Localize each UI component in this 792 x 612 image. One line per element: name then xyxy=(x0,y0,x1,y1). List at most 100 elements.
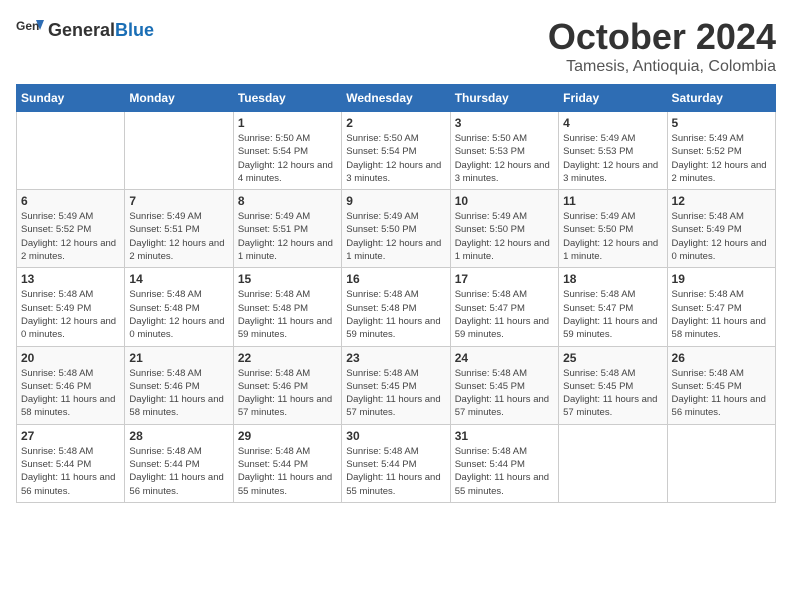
calendar-cell: 21Sunrise: 5:48 AM Sunset: 5:46 PM Dayli… xyxy=(125,346,233,424)
day-number: 3 xyxy=(455,116,554,130)
calendar-cell: 14 Sunrise: 5:48 AM Sunset: 5:48 PM Dayli… xyxy=(125,268,233,346)
calendar-cell xyxy=(17,112,125,190)
day-number: 12 xyxy=(672,194,771,208)
day-info: Sunrise: 5:48 AM Sunset: 5:44 PM Dayligh… xyxy=(346,445,445,498)
calendar-cell: 8 Sunrise: 5:49 AM Sunset: 5:51 PM Daylig… xyxy=(233,190,341,268)
calendar-cell: 31 Sunrise: 5:48 AM Sunset: 5:44 PM Dayli… xyxy=(450,424,558,502)
day-number: 18 xyxy=(563,272,662,286)
day-number: 15 xyxy=(238,272,337,286)
day-number: 25 xyxy=(563,351,662,365)
day-number: 9 xyxy=(346,194,445,208)
day-info: Sunrise: 5:48 AM Sunset: 5:46 PM Dayligh… xyxy=(21,367,120,420)
day-info: Sunrise: 5:49 AM Sunset: 5:50 PM Dayligh… xyxy=(346,210,445,263)
calendar-cell: 5 Sunrise: 5:49 AM Sunset: 5:52 PM Daylig… xyxy=(667,112,775,190)
header-monday: Monday xyxy=(125,85,233,112)
calendar-cell: 19Sunrise: 5:48 AM Sunset: 5:47 PM Dayli… xyxy=(667,268,775,346)
day-number: 27 xyxy=(21,429,120,443)
calendar-cell: 1 Sunrise: 5:50 AM Sunset: 5:54 PM Daylig… xyxy=(233,112,341,190)
day-number: 5 xyxy=(672,116,771,130)
day-number: 6 xyxy=(21,194,120,208)
week-row-3: 20 Sunrise: 5:48 AM Sunset: 5:46 PM Dayli… xyxy=(17,346,776,424)
day-info: Sunrise: 5:48 AM Sunset: 5:44 PM Dayligh… xyxy=(238,445,337,498)
day-number: 4 xyxy=(563,116,662,130)
header-tuesday: Tuesday xyxy=(233,85,341,112)
calendar-cell: 20 Sunrise: 5:48 AM Sunset: 5:46 PM Dayli… xyxy=(17,346,125,424)
calendar-cell: 10 Sunrise: 5:49 AM Sunset: 5:50 PM Dayli… xyxy=(450,190,558,268)
day-info: Sunrise: 5:50 AM Sunset: 5:53 PM Dayligh… xyxy=(455,132,554,185)
week-row-0: 1 Sunrise: 5:50 AM Sunset: 5:54 PM Daylig… xyxy=(17,112,776,190)
calendar-cell: 3 Sunrise: 5:50 AM Sunset: 5:53 PM Daylig… xyxy=(450,112,558,190)
day-info: Sunrise: 5:49 AM Sunset: 5:50 PM Dayligh… xyxy=(563,210,662,263)
day-info: Sunrise: 5:49 AM Sunset: 5:50 PM Dayligh… xyxy=(455,210,554,263)
day-number: 29 xyxy=(238,429,337,443)
day-info: Sunrise: 5:49 AM Sunset: 5:52 PM Dayligh… xyxy=(672,132,771,185)
calendar-cell: 2 Sunrise: 5:50 AM Sunset: 5:54 PM Daylig… xyxy=(342,112,450,190)
day-number: 19 xyxy=(672,272,771,286)
week-row-4: 27 Sunrise: 5:48 AM Sunset: 5:44 PM Dayli… xyxy=(17,424,776,502)
header-wednesday: Wednesday xyxy=(342,85,450,112)
calendar-cell: 18 Sunrise: 5:48 AM Sunset: 5:47 PM Dayli… xyxy=(559,268,667,346)
calendar-cell: 25 Sunrise: 5:48 AM Sunset: 5:45 PM Dayli… xyxy=(559,346,667,424)
calendar-cell: 30 Sunrise: 5:48 AM Sunset: 5:44 PM Dayli… xyxy=(342,424,450,502)
day-info: Sunrise: 5:49 AM Sunset: 5:52 PM Dayligh… xyxy=(21,210,120,263)
header-sunday: Sunday xyxy=(17,85,125,112)
day-number: 2 xyxy=(346,116,445,130)
day-info: Sunrise: 5:48 AM Sunset: 5:44 PM Dayligh… xyxy=(455,445,554,498)
calendar-cell: 4 Sunrise: 5:49 AM Sunset: 5:53 PM Daylig… xyxy=(559,112,667,190)
calendar-cell: 22Sunrise: 5:48 AM Sunset: 5:46 PM Dayli… xyxy=(233,346,341,424)
day-number: 21 xyxy=(129,351,228,365)
day-info: Sunrise: 5:49 AM Sunset: 5:51 PM Dayligh… xyxy=(129,210,228,263)
calendar: SundayMondayTuesdayWednesdayThursdayFrid… xyxy=(16,84,776,503)
day-number: 11 xyxy=(563,194,662,208)
location-title: Tamesis, Antioquia, Colombia xyxy=(548,58,776,76)
day-number: 1 xyxy=(238,116,337,130)
day-number: 20 xyxy=(21,351,120,365)
day-number: 30 xyxy=(346,429,445,443)
day-number: 10 xyxy=(455,194,554,208)
day-info: Sunrise: 5:48 AM Sunset: 5:45 PM Dayligh… xyxy=(563,367,662,420)
day-info: Sunrise: 5:49 AM Sunset: 5:53 PM Dayligh… xyxy=(563,132,662,185)
header-saturday: Saturday xyxy=(667,85,775,112)
day-info: Sunrise: 5:48 AM Sunset: 5:45 PM Dayligh… xyxy=(672,367,771,420)
calendar-cell: 23Sunrise: 5:48 AM Sunset: 5:45 PM Dayli… xyxy=(342,346,450,424)
logo-icon: Gen xyxy=(16,16,44,44)
header-friday: Friday xyxy=(559,85,667,112)
header: Gen GeneralBlue October 2024 Tamesis, An… xyxy=(16,16,776,76)
calendar-cell: 13Sunrise: 5:48 AM Sunset: 5:49 PM Dayli… xyxy=(17,268,125,346)
day-number: 8 xyxy=(238,194,337,208)
day-number: 7 xyxy=(129,194,228,208)
calendar-cell: 7 Sunrise: 5:49 AM Sunset: 5:51 PM Daylig… xyxy=(125,190,233,268)
day-number: 14 xyxy=(129,272,228,286)
day-info: Sunrise: 5:49 AM Sunset: 5:51 PM Dayligh… xyxy=(238,210,337,263)
logo-general: General xyxy=(48,20,115,40)
calendar-cell: 9 Sunrise: 5:49 AM Sunset: 5:50 PM Daylig… xyxy=(342,190,450,268)
calendar-cell xyxy=(125,112,233,190)
logo-blue: Blue xyxy=(115,20,154,40)
day-info: Sunrise: 5:48 AM Sunset: 5:45 PM Dayligh… xyxy=(455,367,554,420)
day-info: Sunrise: 5:48 AM Sunset: 5:47 PM Dayligh… xyxy=(563,288,662,341)
day-info: Sunrise: 5:50 AM Sunset: 5:54 PM Dayligh… xyxy=(238,132,337,185)
calendar-cell xyxy=(667,424,775,502)
calendar-cell: 27Sunrise: 5:48 AM Sunset: 5:44 PM Dayli… xyxy=(17,424,125,502)
calendar-cell xyxy=(559,424,667,502)
day-info: Sunrise: 5:48 AM Sunset: 5:46 PM Dayligh… xyxy=(238,367,337,420)
day-number: 13 xyxy=(21,272,120,286)
day-number: 31 xyxy=(455,429,554,443)
day-number: 17 xyxy=(455,272,554,286)
day-info: Sunrise: 5:50 AM Sunset: 5:54 PM Dayligh… xyxy=(346,132,445,185)
calendar-cell: 6 Sunrise: 5:49 AM Sunset: 5:52 PM Daylig… xyxy=(17,190,125,268)
calendar-cell: 26 Sunrise: 5:48 AM Sunset: 5:45 PM Dayli… xyxy=(667,346,775,424)
calendar-cell: 15Sunrise: 5:48 AM Sunset: 5:48 PM Dayli… xyxy=(233,268,341,346)
week-row-2: 13Sunrise: 5:48 AM Sunset: 5:49 PM Dayli… xyxy=(17,268,776,346)
calendar-cell: 28Sunrise: 5:48 AM Sunset: 5:44 PM Dayli… xyxy=(125,424,233,502)
day-info: Sunrise: 5:48 AM Sunset: 5:48 PM Dayligh… xyxy=(346,288,445,341)
day-info: Sunrise: 5:48 AM Sunset: 5:48 PM Dayligh… xyxy=(129,288,228,341)
day-info: Sunrise: 5:48 AM Sunset: 5:49 PM Dayligh… xyxy=(672,210,771,263)
svg-text:Gen: Gen xyxy=(16,19,39,33)
calendar-cell: 16Sunrise: 5:48 AM Sunset: 5:48 PM Dayli… xyxy=(342,268,450,346)
day-info: Sunrise: 5:48 AM Sunset: 5:44 PM Dayligh… xyxy=(129,445,228,498)
day-info: Sunrise: 5:48 AM Sunset: 5:47 PM Dayligh… xyxy=(455,288,554,341)
day-number: 26 xyxy=(672,351,771,365)
header-thursday: Thursday xyxy=(450,85,558,112)
calendar-cell: 12 Sunrise: 5:48 AM Sunset: 5:49 PM Dayli… xyxy=(667,190,775,268)
